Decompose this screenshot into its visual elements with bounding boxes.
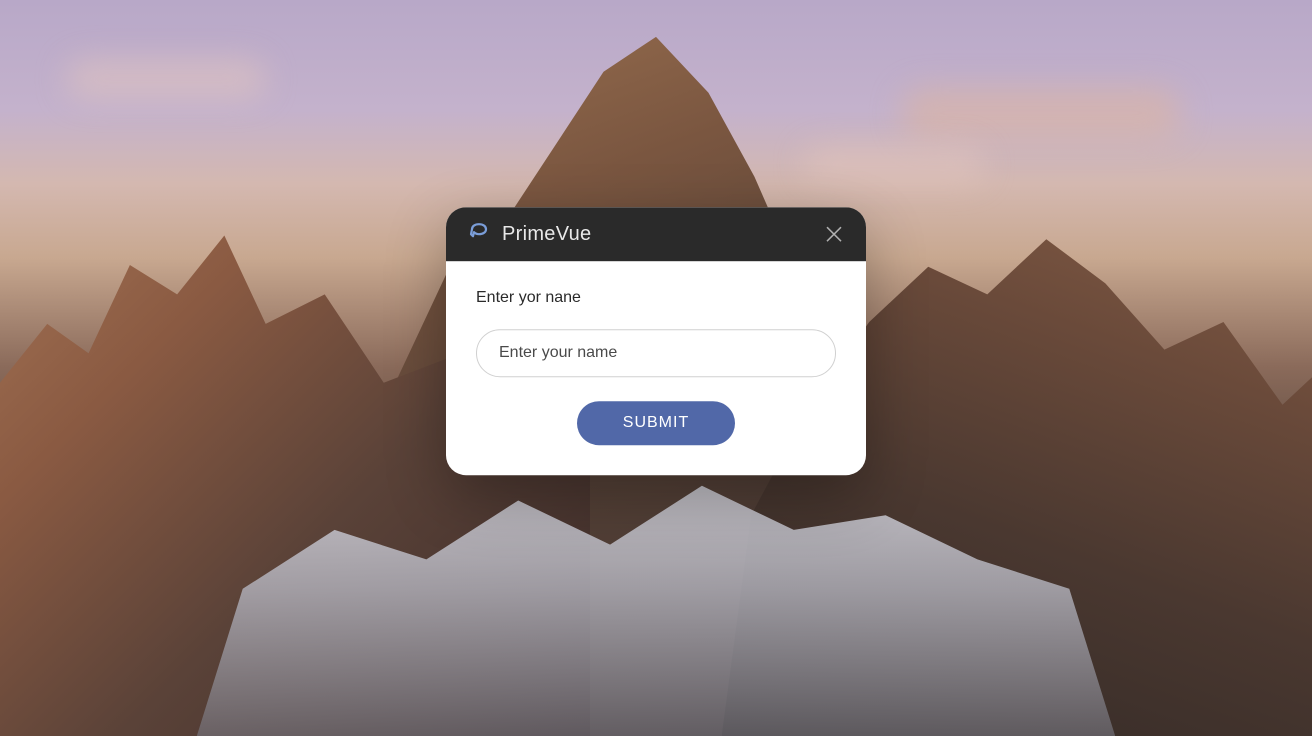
brand-container: PrimeVue: [466, 221, 591, 247]
dialog-body: Enter yor nane SUBMIT: [446, 261, 866, 475]
dialog-header: PrimeVue: [446, 207, 866, 261]
submit-button[interactable]: SUBMIT: [577, 401, 735, 445]
name-input[interactable]: [476, 329, 836, 377]
close-icon: [825, 225, 843, 243]
brand-name: PrimeVue: [502, 223, 591, 246]
name-field-label: Enter yor nane: [476, 289, 836, 307]
primevue-logo-icon: [466, 221, 492, 247]
modal-dialog: PrimeVue Enter yor nane SUBMIT: [446, 207, 866, 475]
close-button[interactable]: [822, 222, 846, 246]
